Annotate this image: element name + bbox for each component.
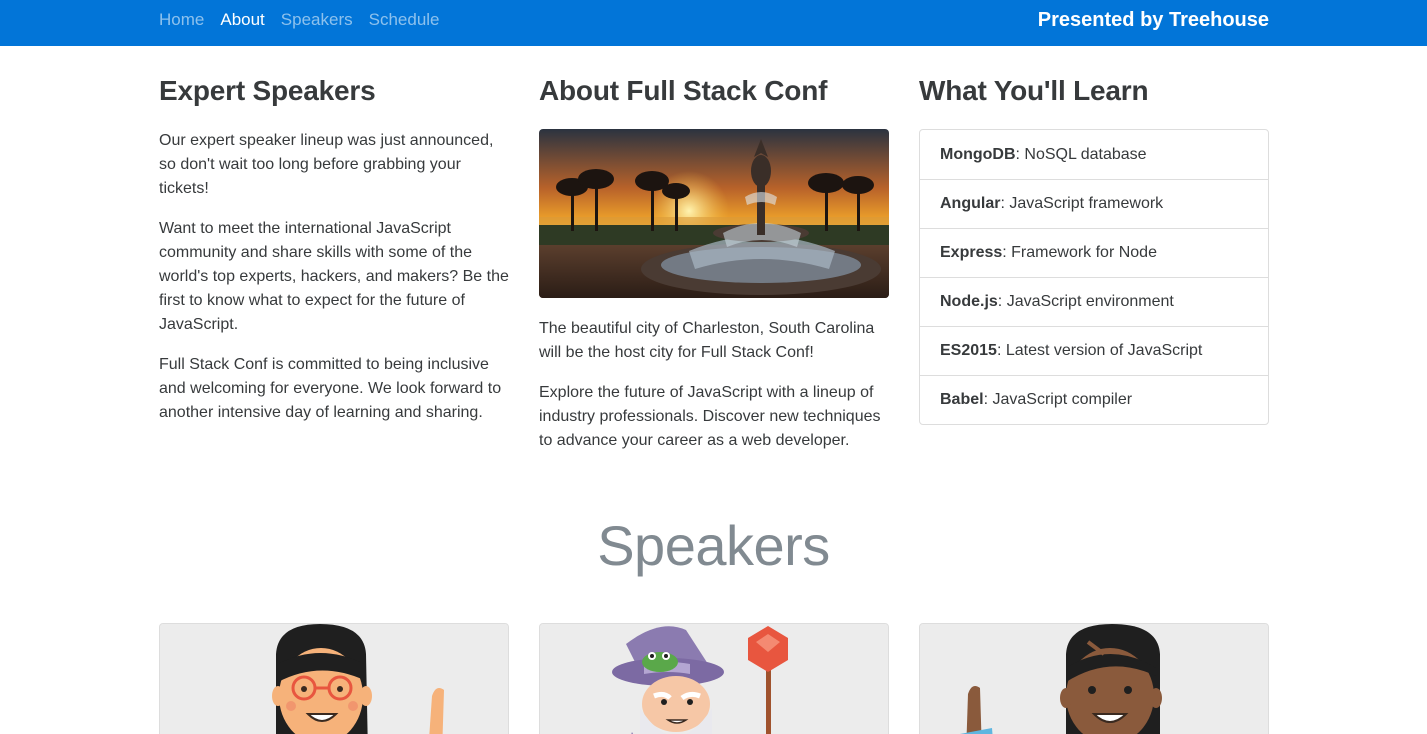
topic-name: ES2015 — [940, 342, 997, 359]
navbar: Home About Speakers Schedule Presented b… — [0, 0, 1427, 46]
topic-desc: : Framework for Node — [1002, 244, 1157, 261]
expert-speakers-paragraph-2: Want to meet the international JavaScrip… — [159, 220, 509, 333]
list-item: MongoDB: NoSQL database — [920, 130, 1268, 179]
expert-speakers-column: Expert Speakers Our expert speaker lineu… — [159, 72, 509, 441]
expert-speakers-paragraph-1: Our expert speaker lineup was just annou… — [159, 132, 494, 197]
topic-desc: : JavaScript compiler — [983, 391, 1133, 408]
woman-with-glasses-avatar-icon — [160, 624, 508, 734]
topic-desc: : JavaScript environment — [997, 293, 1174, 310]
speaker-card-woman[interactable] — [159, 623, 509, 734]
expert-speakers-heading: Expert Speakers — [159, 75, 376, 106]
expert-speakers-paragraph-3: Full Stack Conf is committed to being in… — [159, 356, 502, 421]
speaker-card-wizard[interactable] — [539, 623, 889, 734]
nav-links: Home About Speakers Schedule — [159, 0, 456, 40]
about-conf-paragraph-1: The beautiful city of Charleston, South … — [539, 320, 875, 361]
speakers-heading: Speakers — [597, 514, 830, 577]
topic-name: Express — [940, 244, 1003, 261]
list-item: Node.js: JavaScript environment — [920, 277, 1268, 326]
about-conf-heading: About Full Stack Conf — [539, 75, 828, 106]
man-waving-avatar-icon — [920, 624, 1268, 734]
navbar-brand[interactable]: Presented by Treehouse — [1038, 0, 1269, 40]
list-item: Babel: JavaScript compiler — [920, 375, 1268, 424]
about-conf-column: About Full Stack Conf The beautiful city… — [539, 72, 889, 469]
list-item: Express: Framework for Node — [920, 228, 1268, 277]
topic-desc: : NoSQL database — [1015, 145, 1147, 163]
topics-list: MongoDB: NoSQL database Angular: JavaScr… — [919, 129, 1269, 425]
what-you-learn-column: What You'll Learn MongoDB: NoSQL databas… — [919, 72, 1269, 425]
list-item: Angular: JavaScript framework — [920, 179, 1268, 228]
about-conf-paragraph-2: Explore the future of JavaScript with a … — [539, 384, 881, 449]
nav-link-home[interactable]: Home — [159, 10, 204, 30]
nav-link-schedule[interactable]: Schedule — [369, 10, 440, 30]
wizard-with-frog-avatar-icon — [540, 624, 888, 734]
list-item: ES2015: Latest version of JavaScript — [920, 326, 1268, 375]
topic-name: Babel — [940, 391, 984, 408]
topic-name: Angular — [940, 195, 1001, 212]
topic-desc: : JavaScript framework — [1000, 195, 1164, 212]
charleston-fountain-image — [539, 129, 889, 298]
nav-link-about[interactable]: About — [220, 10, 264, 30]
what-you-learn-heading: What You'll Learn — [919, 75, 1149, 106]
speaker-card-man[interactable] — [919, 623, 1269, 734]
nav-link-speakers[interactable]: Speakers — [281, 10, 353, 30]
topic-desc: : Latest version of JavaScript — [996, 342, 1203, 359]
topic-name: MongoDB — [940, 145, 1016, 163]
topic-name: Node.js — [940, 293, 998, 310]
